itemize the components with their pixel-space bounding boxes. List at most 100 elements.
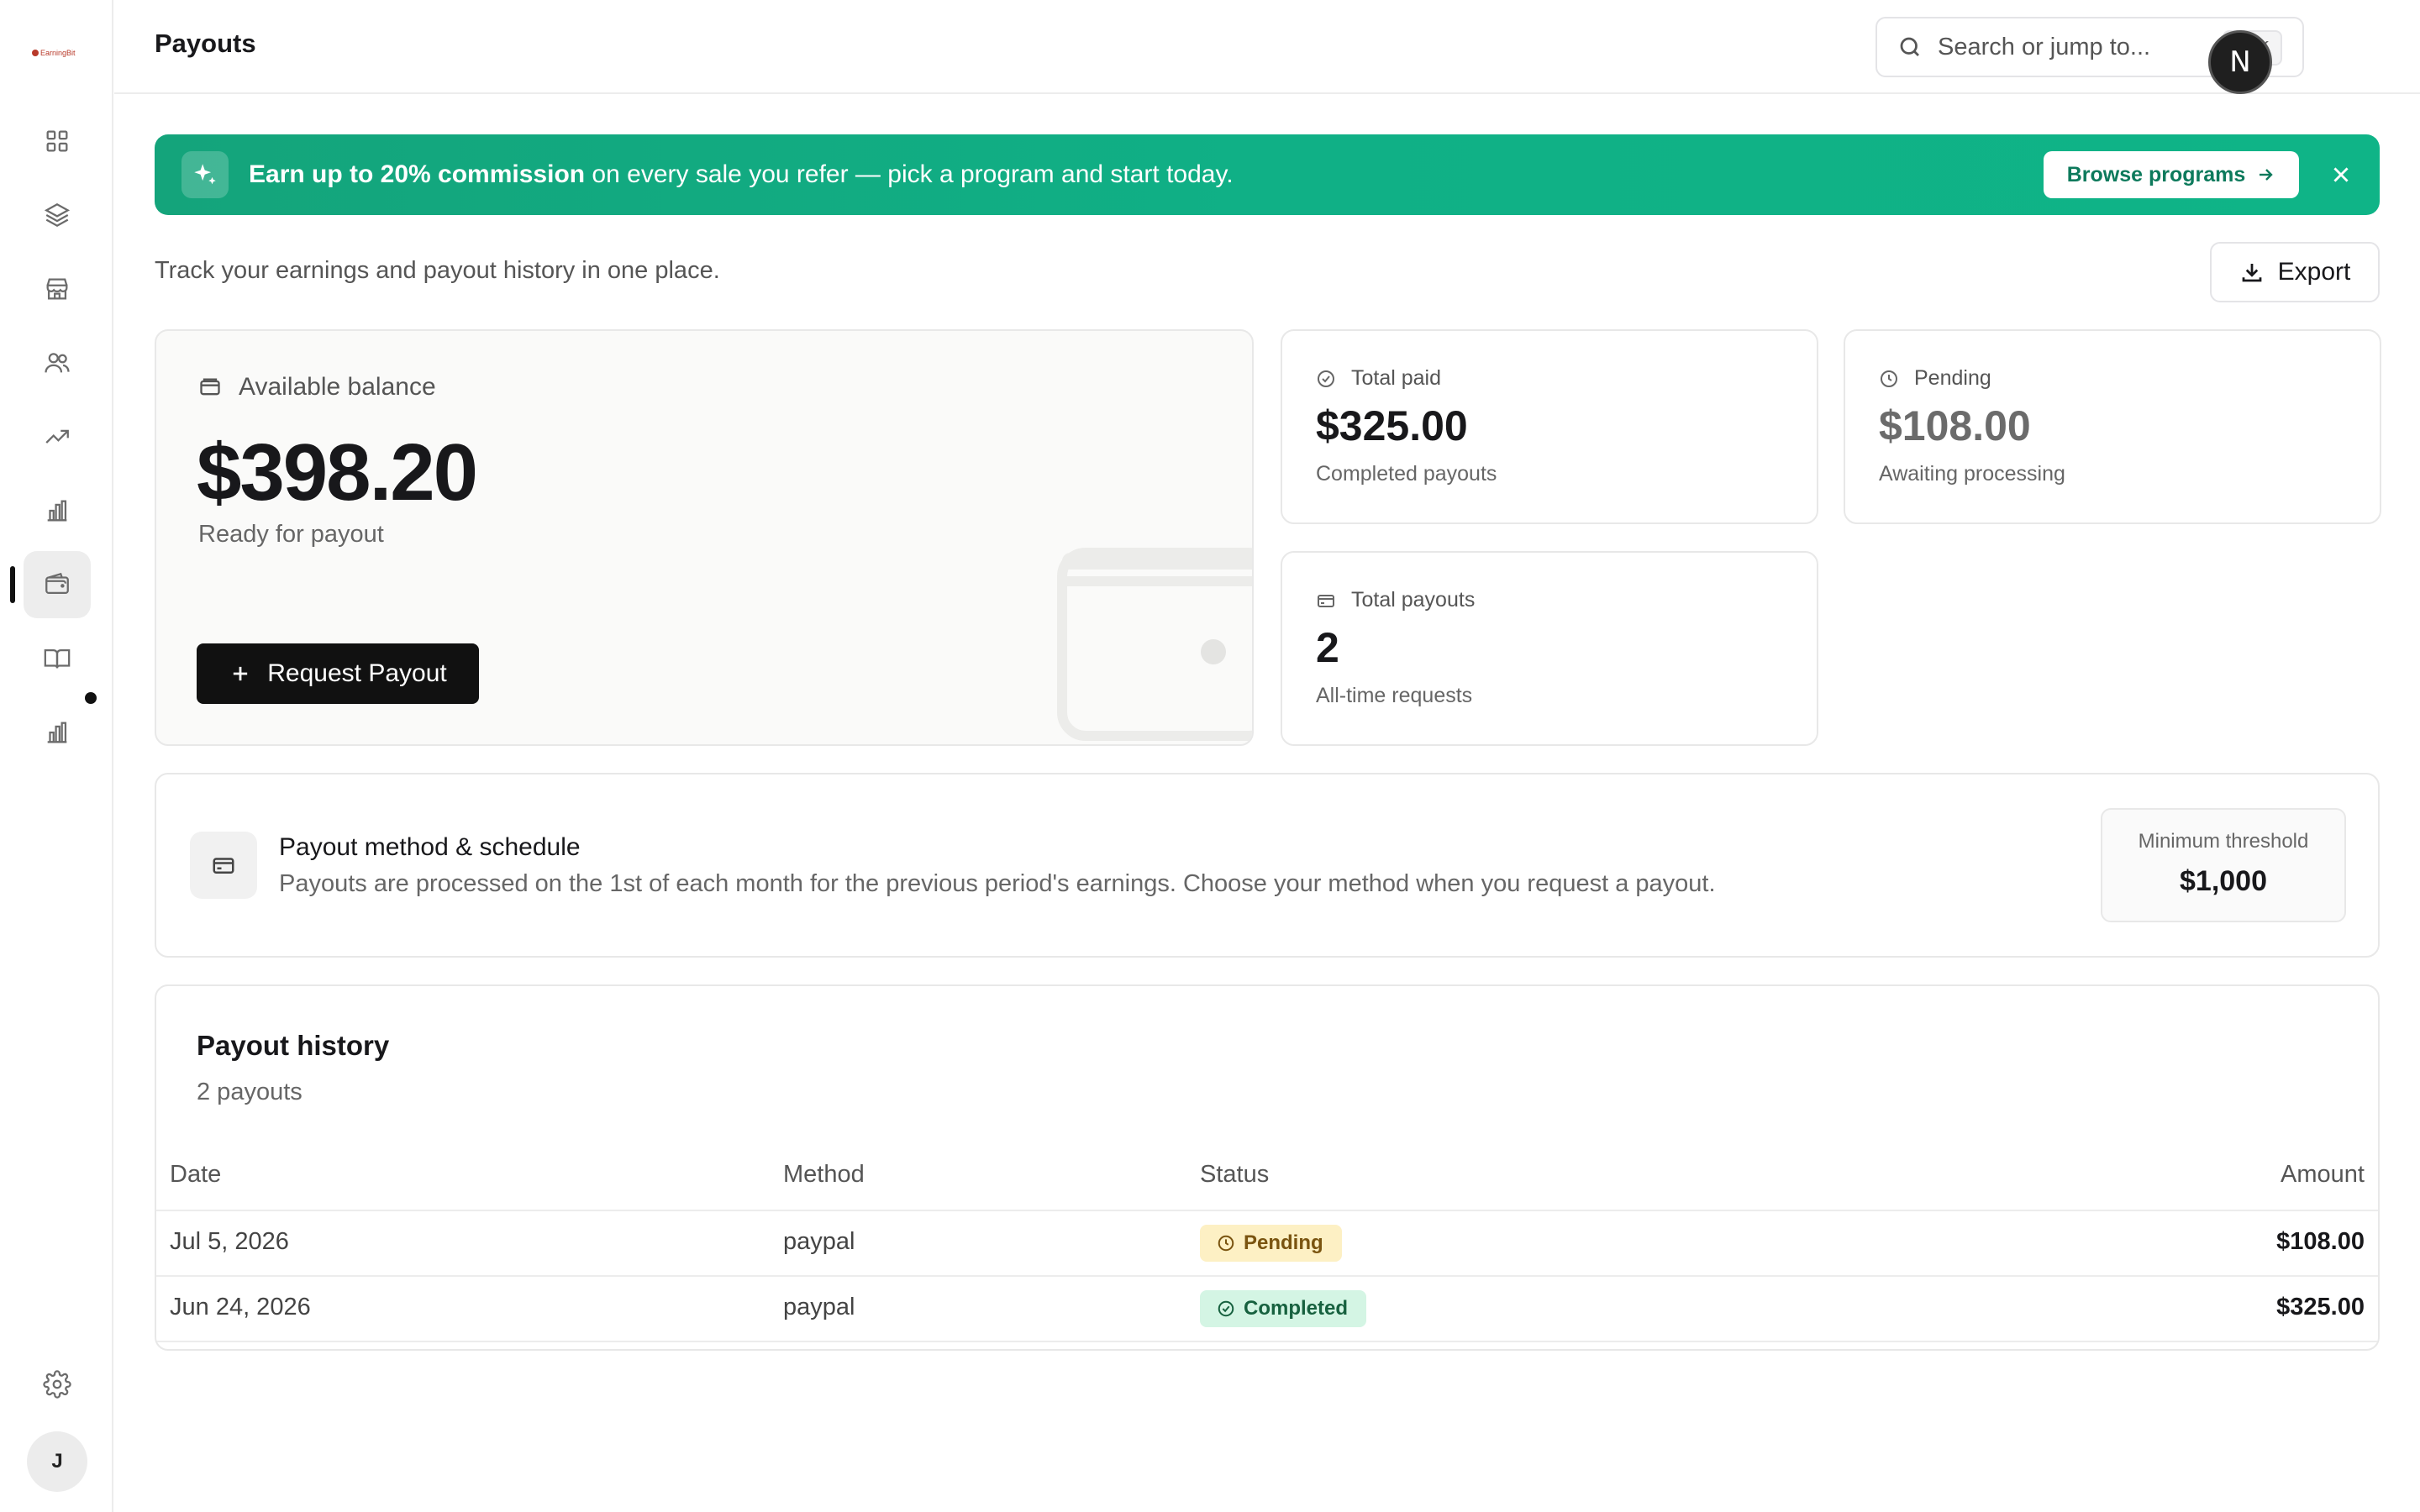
gear-icon [43, 1370, 71, 1399]
status-badge-label: Pending [1244, 1231, 1323, 1254]
column-header-amount[interactable]: Amount [2281, 1161, 2365, 1189]
credit-card-icon [1318, 594, 1334, 607]
top-bar: Payouts Search or jump to... ⌘ K [114, 0, 2420, 94]
pending-label-row: Pending [1879, 366, 1991, 391]
status-badge: Pending [1200, 1225, 1342, 1262]
active-indicator [10, 566, 15, 603]
sidebar-item-reports[interactable] [24, 477, 91, 544]
sidebar-item-settings[interactable] [24, 1351, 91, 1418]
check-circle-icon [1318, 370, 1334, 387]
logo-text: EarningBit [40, 49, 76, 57]
bar-chart-icon [47, 722, 67, 743]
arrow-right-icon [2260, 169, 2273, 181]
history-count: 2 payouts [197, 1079, 302, 1105]
banner-close-button[interactable] [2323, 156, 2360, 193]
column-header-status[interactable]: Status [1200, 1161, 1269, 1189]
sidebar-item-analytics[interactable] [24, 699, 91, 766]
total-payouts-label-row: Total payouts [1316, 588, 1475, 612]
row-date: Jul 5, 2026 [170, 1228, 289, 1255]
app-logo[interactable]: EarningBit [32, 47, 82, 59]
bar-chart-icon [47, 500, 67, 522]
total-payouts-card: Total payouts 2 All-time requests [1281, 551, 1818, 746]
check-circle-icon [1218, 1300, 1234, 1317]
wallet-icon [45, 572, 69, 595]
pending-value: $108.00 [1879, 402, 2031, 449]
request-payout-button[interactable]: Request Payout [197, 643, 479, 704]
layers-icon [44, 202, 71, 228]
method-title: Payout method & schedule [279, 833, 581, 861]
row-date: Jun 24, 2026 [170, 1294, 311, 1320]
total-payouts-sub: All-time requests [1316, 684, 1473, 707]
row-method: paypal [783, 1294, 855, 1320]
request-payout-label: Request Payout [267, 659, 447, 687]
table-row[interactable]: Jul 5, 2026 paypal Pending $108.00 [156, 1211, 2378, 1277]
table-row[interactable]: Jun 24, 2026 paypal Completed $325.00 [156, 1277, 2378, 1342]
sidebar-item-payouts[interactable] [24, 551, 91, 618]
sidebar-item-growth[interactable] [24, 403, 91, 470]
column-header-method[interactable]: Method [783, 1161, 865, 1189]
export-label: Export [2277, 258, 2351, 286]
table-header: Date Method Status Amount [156, 1146, 2378, 1211]
threshold-value: $1,000 [2180, 865, 2267, 897]
wallet-icon [200, 378, 220, 396]
balance-label: Available balance [239, 373, 436, 401]
row-amount: $325.00 [2276, 1294, 2365, 1320]
book-open-icon [44, 648, 71, 669]
column-header-date[interactable]: Date [170, 1161, 221, 1189]
banner-highlight: Earn up to 20% commission [249, 160, 586, 188]
plus-icon [234, 666, 248, 681]
total-payouts-value: 2 [1316, 624, 1339, 671]
credit-card-icon [190, 832, 257, 899]
search-icon [1900, 37, 1919, 56]
pending-sub: Awaiting processing [1879, 462, 2065, 486]
row-amount: $108.00 [2276, 1228, 2365, 1255]
total-paid-sub: Completed payouts [1316, 462, 1497, 486]
payout-method-card: Payout method & schedule Payouts are pro… [155, 773, 2380, 958]
sidebar-item-programs[interactable] [24, 181, 91, 249]
banner-body: on every sale you refer — pick a program… [585, 160, 1234, 188]
sidebar-item-marketplace[interactable] [24, 255, 91, 323]
balance-label-row: Available balance [198, 373, 436, 402]
payout-history-card: Payout history 2 payouts Date Method Sta… [155, 984, 2380, 1351]
clock-icon [1881, 370, 1897, 387]
sidebar-item-referrals[interactable] [24, 329, 91, 396]
status-badge: Completed [1200, 1290, 1367, 1327]
pending-card: Pending $108.00 Awaiting processing [1844, 329, 2381, 524]
status-badge-label: Completed [1244, 1297, 1349, 1320]
sidebar-item-dashboard[interactable] [24, 108, 91, 175]
sparkle-icon [182, 151, 229, 198]
account-avatar[interactable]: N [2208, 30, 2272, 94]
grid-icon [46, 130, 68, 152]
user-avatar[interactable]: J [27, 1431, 87, 1492]
method-description: Payouts are processed on the 1st of each… [279, 870, 1716, 897]
history-title: Payout history [197, 1030, 390, 1061]
total-paid-label: Total paid [1351, 366, 1442, 390]
sidebar-item-resources[interactable] [24, 625, 91, 692]
store-icon [46, 278, 68, 300]
total-payouts-label: Total payouts [1351, 588, 1476, 612]
page-title: Payouts [155, 29, 256, 58]
row-method: paypal [783, 1228, 855, 1255]
browse-programs-label: Browse programs [2066, 162, 2246, 186]
export-button[interactable]: Export [2210, 242, 2380, 302]
available-balance-card: Available balance $398.20 Ready for payo… [155, 329, 1254, 746]
sidebar: EarningBit J [0, 0, 113, 1512]
banner-text: Earn up to 20% commission on every sale … [249, 160, 1234, 189]
balance-value: $398.20 [197, 428, 478, 517]
total-paid-card: Total paid $325.00 Completed payouts [1281, 329, 1818, 524]
promo-banner: Earn up to 20% commission on every sale … [155, 134, 2380, 215]
users-icon [45, 353, 70, 373]
balance-sub: Ready for payout [198, 521, 384, 548]
page-subtitle: Track your earnings and payout history i… [155, 257, 720, 284]
browse-programs-button[interactable]: Browse programs [2044, 151, 2299, 198]
threshold-label: Minimum threshold [2138, 830, 2309, 853]
logo-mark [32, 50, 39, 56]
total-paid-value: $325.00 [1316, 402, 1468, 449]
minimum-threshold: Minimum threshold $1,000 [2101, 808, 2346, 922]
wallet-decoration-icon [1057, 548, 1252, 741]
pending-label: Pending [1914, 366, 1991, 390]
trending-up-icon [45, 429, 69, 444]
search-placeholder: Search or jump to... [1938, 33, 2151, 60]
download-icon [2242, 264, 2262, 282]
total-paid-label-row: Total paid [1316, 366, 1441, 391]
